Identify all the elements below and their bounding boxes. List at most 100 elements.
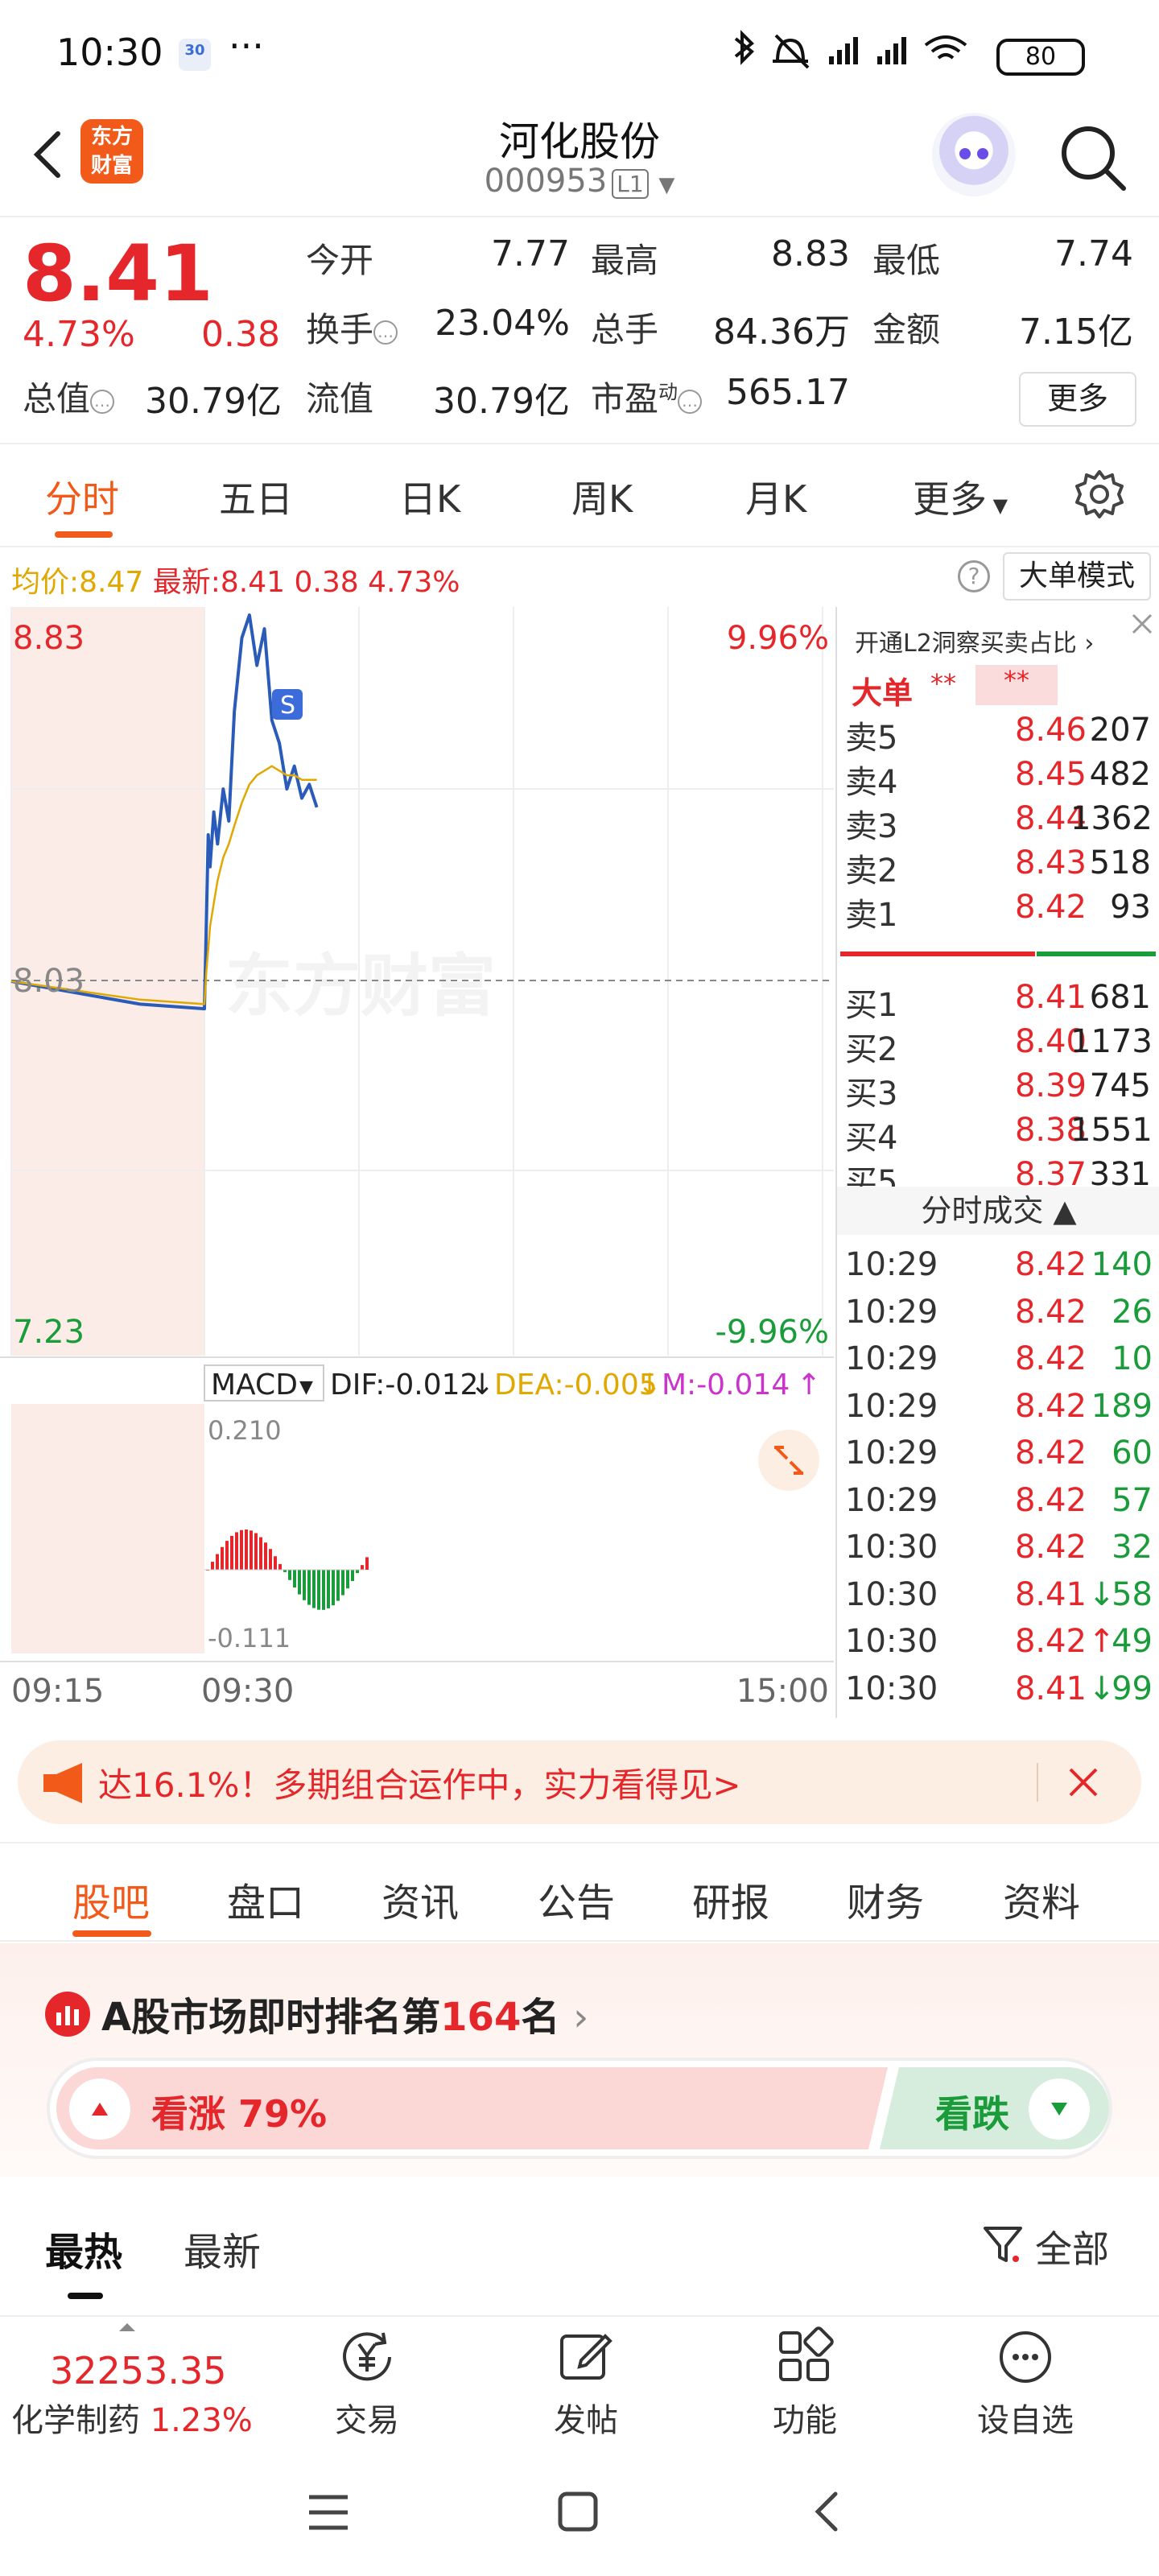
status-time: 10:30 (56, 31, 163, 74)
tab-latest[interactable]: 最新 (184, 2220, 261, 2277)
trade-time: 10:30 (845, 1529, 938, 1566)
price-top-label: 8.83 (13, 620, 85, 657)
tab-profile[interactable]: 资料 (1003, 1871, 1080, 1927)
macd-top-label: 0.210 (208, 1415, 282, 1446)
time-open-label: 09:30 (201, 1673, 294, 1710)
macd-bar-21 (307, 1570, 311, 1605)
index-name[interactable]: 化学制药 1.23% (11, 2394, 253, 2441)
feed-tabs: 最热 最新 全部 (0, 2177, 1159, 2314)
tab-news[interactable]: 资讯 (382, 1871, 459, 1927)
edit-icon (560, 2334, 612, 2380)
macd-bar-15 (278, 1563, 282, 1570)
filter-icon[interactable] (980, 2222, 1025, 2267)
l2-promo-link[interactable]: 开通L2洞察买卖占比 › (855, 623, 1094, 658)
stock-header: 东方 财富 河化股份 000953 L1 ▼ (0, 105, 1159, 217)
tab-research[interactable]: 研报 (692, 1871, 769, 1927)
buy-price: 8.41 (1014, 979, 1087, 1016)
bottom-toolbar: 32253.35 化学制药 1.23% 交易 发帖 功能 设自选 (0, 2315, 1159, 2447)
sell-label: 卖1 (845, 897, 898, 934)
trade-price: 8.42 (1014, 1387, 1087, 1425)
macd-bar-1 (211, 1562, 214, 1570)
buy-volume: 745 (1089, 1067, 1151, 1104)
macd-bar-6 (235, 1532, 238, 1570)
amount-value: 7.15亿 (1019, 312, 1133, 353)
trade-row: 10:30 8.41 ↓ 99 (845, 1670, 1153, 1717)
float-value: 30.79亿 (433, 381, 570, 422)
tab-hottest[interactable]: 最热 (45, 2220, 122, 2277)
chevron-right-icon: › (573, 1995, 589, 2040)
float-label: 流值 (306, 379, 374, 419)
back-icon[interactable] (805, 2489, 850, 2534)
dif-arrow-icon: ↓ (470, 1368, 494, 1402)
ad-banner[interactable]: 达16.1%！多期组合运作中，实力看得见> (18, 1740, 1141, 1824)
tab-daily[interactable]: 日K (399, 470, 460, 523)
trade-volume: 60 (1112, 1435, 1153, 1472)
period-tabs: 分时 五日 日K 周K 月K 更多 ▼ (0, 446, 1159, 547)
macd-bar-31 (356, 1570, 359, 1574)
tab-more[interactable]: 更多 ▼ (913, 470, 1008, 523)
search-icon[interactable] (1054, 119, 1132, 196)
bluetooth-icon (734, 30, 754, 65)
sell-price: 8.46 (1014, 712, 1087, 749)
info-icon: … (678, 389, 703, 414)
gear-icon[interactable] (1074, 469, 1125, 520)
trade-time: 10:29 (845, 1435, 938, 1472)
tab-pankou[interactable]: 盘口 (227, 1871, 304, 1927)
help-icon[interactable]: ? (958, 560, 990, 592)
functions-button[interactable]: 功能 (740, 2325, 869, 2446)
macd-bar-5 (230, 1535, 233, 1570)
trade-row: 10:29 8.42 189 (845, 1388, 1153, 1435)
tab-5day[interactable]: 五日 (219, 470, 293, 523)
sell-row: 卖1 8.42 93 (845, 889, 1151, 934)
tab-announcements[interactable]: 公告 (538, 1871, 615, 1927)
triangle-down-icon (1051, 2103, 1067, 2116)
close-icon[interactable] (1064, 1763, 1103, 1802)
pct-bottom-label: -9.96% (715, 1314, 829, 1351)
trade-volume: 32 (1112, 1529, 1153, 1566)
ai-assistant-avatar[interactable] (932, 113, 1016, 196)
high-label: 最高 (591, 241, 659, 280)
divider (1037, 1763, 1038, 1802)
tab-monthly[interactable]: 月K (745, 470, 806, 523)
more-button[interactable]: 更多 (1019, 372, 1136, 427)
macd-bar-9 (250, 1530, 253, 1570)
macd-chart (204, 1530, 369, 1610)
trade-volume: 49 (1112, 1623, 1153, 1660)
trades-header[interactable]: 分时成交 ▲ (837, 1187, 1159, 1235)
trade-price: 8.41 (1014, 1670, 1087, 1707)
filter-label[interactable]: 全部 (1035, 2220, 1109, 2273)
trade-row: 10:29 8.42 140 (845, 1246, 1153, 1293)
trade-row: 10:30 8.41 ↓ 58 (845, 1576, 1153, 1623)
macd-bar-33 (365, 1557, 369, 1570)
trade-button[interactable]: 交易 (303, 2325, 431, 2446)
trade-price: 8.42 (1014, 1293, 1087, 1331)
tab-intraday[interactable]: 分时 (45, 470, 119, 523)
index-value[interactable]: 32253.35 (50, 2349, 227, 2392)
menu-icon[interactable] (306, 2492, 351, 2533)
info-icon: … (373, 320, 398, 345)
vote-down-button[interactable] (1029, 2079, 1090, 2140)
buy-label: 买4 (845, 1120, 898, 1157)
macd-bar-13 (269, 1549, 272, 1570)
home-icon[interactable] (555, 2489, 600, 2534)
active-tab-indicator (68, 2293, 103, 2299)
rank-text[interactable]: A股市场即时排名第164名 › (101, 1985, 588, 2041)
trade-volume: 189 (1091, 1387, 1153, 1425)
tab-financials[interactable]: 财务 (847, 1871, 924, 1927)
intraday-chart[interactable]: 东方财富 S 8.83 8.03 7.23 9.96% -9.96% MACD … (0, 607, 834, 1718)
watermark: 东方财富 (225, 947, 496, 1026)
post-button[interactable]: 发帖 (522, 2325, 650, 2446)
big-order-mode-button[interactable]: 大单模式 (1003, 552, 1151, 601)
close-icon[interactable] (1128, 610, 1156, 638)
sell-price: 8.45 (1014, 756, 1087, 793)
time-end-label: 15:00 (736, 1673, 829, 1710)
sell-price: 8.44 (1014, 800, 1087, 837)
tab-guba[interactable]: 股吧 (72, 1871, 150, 1927)
open-value: 7.77 (491, 233, 570, 275)
buy-label: 买2 (845, 1031, 898, 1068)
trade-price: 8.41 (1014, 1575, 1087, 1613)
add-watchlist-button[interactable]: 设自选 (961, 2325, 1090, 2446)
high-value: 8.83 (771, 233, 850, 275)
vote-up-button[interactable] (69, 2079, 130, 2140)
tab-weekly[interactable]: 周K (571, 470, 633, 523)
